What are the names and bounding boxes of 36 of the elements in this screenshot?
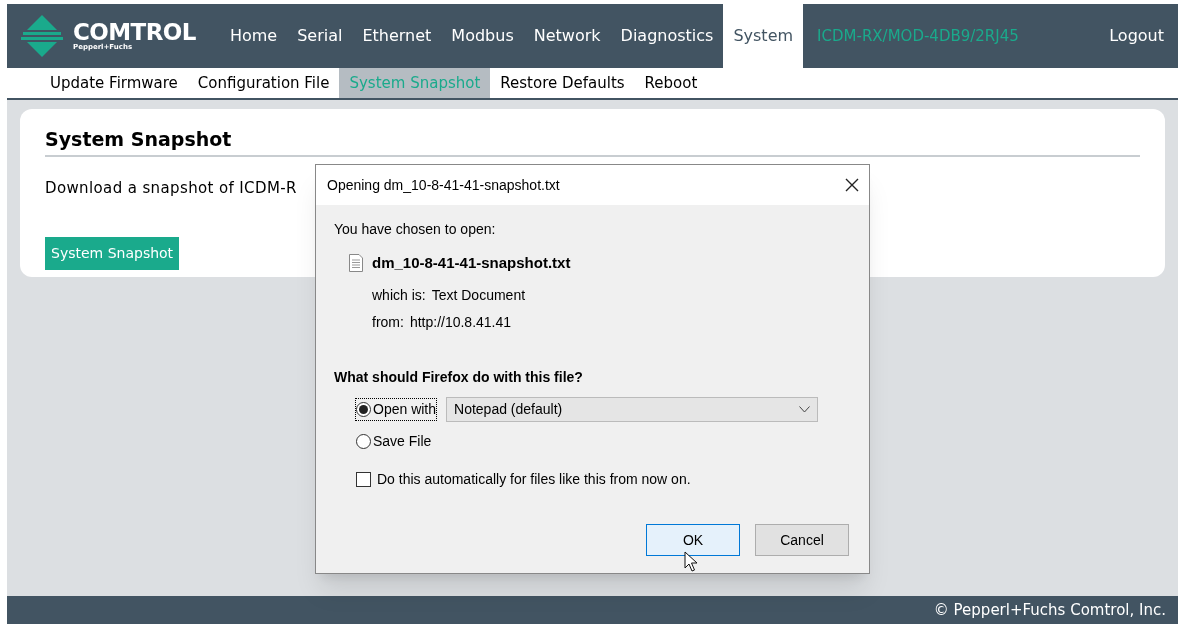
logout-link[interactable]: Logout (1109, 4, 1178, 68)
auto-checkbox[interactable]: Do this automatically for files like this from now on. (356, 468, 851, 490)
from-label: from: (372, 312, 404, 332)
sub-nav-tab[interactable]: Update Firmware (40, 68, 188, 98)
logo-wordmark: COMTROL (73, 21, 196, 44)
description-text: Download a snapshot of ICDM-R (45, 177, 297, 199)
nav-tab[interactable]: Home (219, 4, 288, 68)
nav-tab[interactable]: System (723, 4, 804, 68)
radio-option[interactable]: Save File (356, 430, 432, 452)
nav-tab[interactable]: Serial (287, 4, 353, 68)
app-dropdown[interactable]: Notepad (default) (446, 396, 819, 422)
radio-option[interactable]: Open with (356, 398, 437, 420)
file-name: dm_10-8-41-41-snapshot.txt (372, 253, 571, 273)
device-name: ICDM-RX/MOD-4DB9/2RJ45 (816, 25, 1020, 47)
logo-icon (19, 13, 65, 59)
sub-nav-tab[interactable]: Reboot (634, 68, 708, 98)
close-icon[interactable] (845, 178, 859, 192)
question-text: What should Firefox do with this file? (334, 367, 584, 387)
type-label: which is: (372, 285, 426, 305)
document-icon (349, 254, 363, 273)
nav-tab[interactable]: Modbus (441, 4, 524, 68)
card-title: System Snapshot (45, 125, 1140, 157)
from-value: http://10.8.41.41 (409, 312, 512, 332)
mouse-pointer-icon (684, 551, 700, 573)
dialog-title: Opening dm_10-8-41-41-snapshot.txt (327, 175, 560, 195)
dialog-button[interactable]: Cancel (755, 524, 849, 556)
sub-nav-tab[interactable]: Configuration File (187, 68, 340, 98)
chevron-down-icon (799, 405, 811, 413)
dialog-button[interactable]: OK (646, 524, 740, 556)
intro-text: You have chosen to open: (334, 220, 497, 239)
nav-tab[interactable]: Network (523, 4, 611, 68)
type-value: Text Document (431, 285, 526, 305)
sub-nav-tab[interactable]: Restore Defaults (490, 68, 635, 98)
nav-tab[interactable]: Diagnostics (610, 4, 724, 68)
copyright-text: © Pepperl+Fuchs Comtrol, Inc. (933, 599, 1166, 621)
nav-tab[interactable]: Ethernet (352, 4, 442, 68)
